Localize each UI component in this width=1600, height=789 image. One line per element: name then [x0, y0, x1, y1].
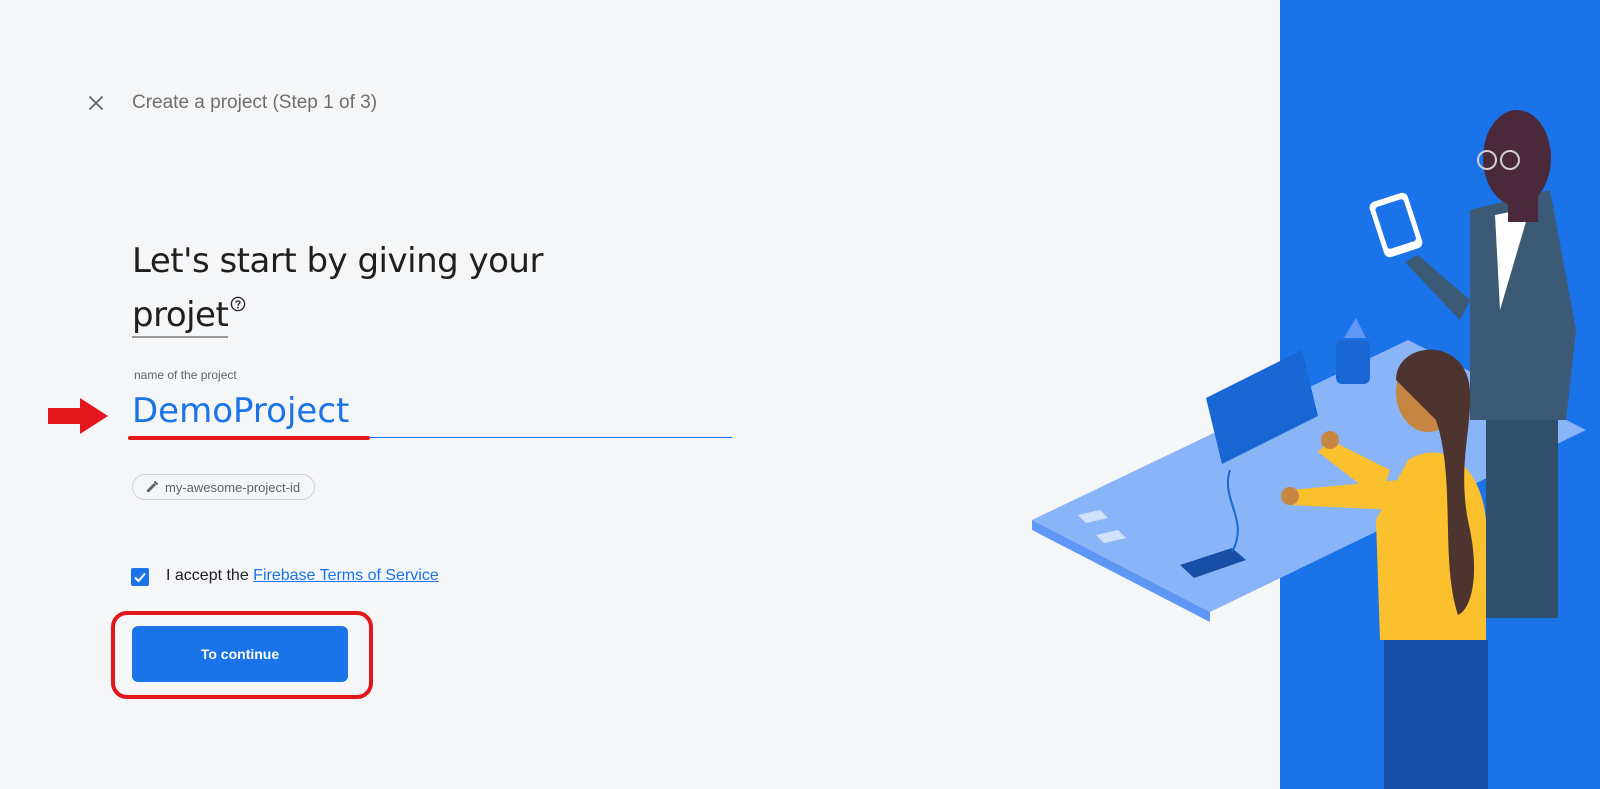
project-name-label: name of the project [134, 368, 237, 382]
page-headline: Let's start by giving your projet [132, 234, 543, 342]
page-header-title: Create a project (Step 1 of 3) [132, 92, 378, 113]
project-name-input[interactable] [132, 386, 732, 436]
red-underline-annotation [128, 436, 370, 440]
terms-of-service-link[interactable]: Firebase Terms of Service [253, 567, 439, 584]
pencil-icon [147, 481, 158, 492]
close-icon [89, 96, 103, 110]
terms-prefix: I accept the [166, 567, 254, 584]
headline-project-word[interactable]: projet [132, 295, 229, 338]
accept-terms-checkbox[interactable] [131, 568, 149, 586]
headline-line-1: Let's start by giving your [132, 241, 543, 281]
terms-text: I accept the Firebase Terms of Service [166, 567, 439, 585]
close-button[interactable] [84, 91, 108, 115]
help-circle-icon[interactable] [230, 296, 246, 312]
red-box-annotation [111, 611, 373, 699]
red-arrow-annotation [48, 398, 108, 434]
hero-illustration [1032, 0, 1600, 789]
project-id-text: my-awesome-project-id [165, 479, 301, 495]
checkmark-icon [134, 572, 146, 583]
project-id-chip[interactable]: my-awesome-project-id [132, 474, 316, 500]
